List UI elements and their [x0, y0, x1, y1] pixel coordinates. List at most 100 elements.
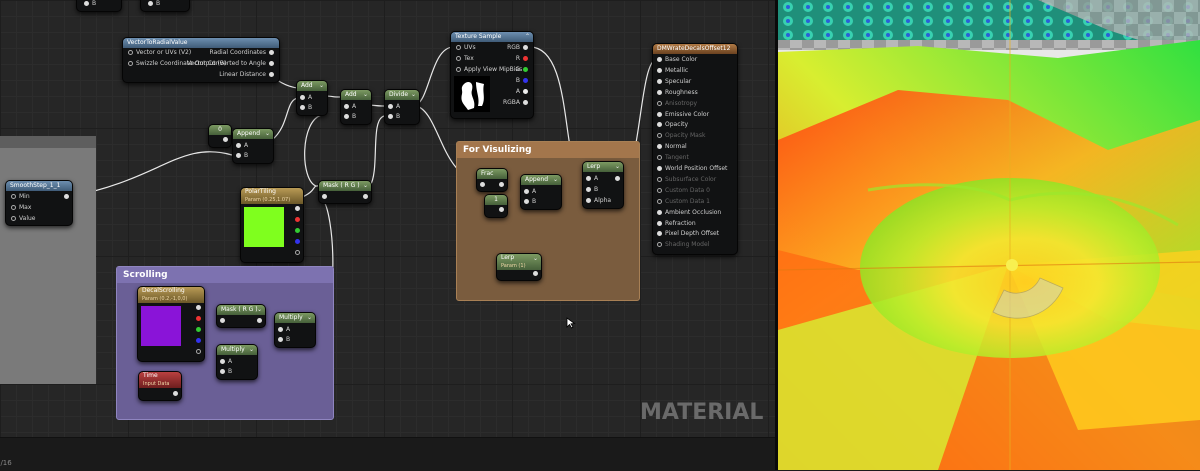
stub-node-right[interactable]: B — [140, 0, 190, 12]
constant-node[interactable]: 0 — [208, 124, 232, 148]
material-input-pin[interactable]: Anisotropy — [654, 100, 697, 108]
smoothstep-node[interactable]: SmoothStep_1_1 Min Max Value — [5, 180, 73, 226]
multiply-node-1[interactable]: Multiply ⌄ A B — [274, 312, 316, 348]
chevron-down-icon[interactable]: ⌄ — [411, 91, 416, 98]
pin-dot-icon — [173, 391, 178, 396]
pin-dot-icon — [344, 114, 349, 119]
divide-node[interactable]: Divide ⌄ A B — [384, 89, 420, 125]
chevron-down-icon[interactable]: ⌄ — [553, 176, 558, 183]
wire — [369, 115, 385, 187]
material-input-pin[interactable]: Custom Data 1 — [654, 198, 710, 206]
decal-scrolling-param-node[interactable]: DecalScrolling Param (0.2,-1,0,0) — [137, 286, 205, 362]
stub-node-left[interactable]: B — [76, 0, 122, 12]
texture-mask-icon — [461, 82, 484, 110]
pin-dot-icon — [220, 359, 225, 364]
chevron-down-icon[interactable]: ⌄ — [533, 255, 538, 262]
node-value: 0 — [209, 125, 231, 135]
constant-one-node[interactable]: 1 — [484, 194, 508, 218]
time-node[interactable]: Time Input Data — [138, 371, 182, 401]
pin-dot-icon — [456, 45, 461, 50]
pin-dot-icon — [388, 114, 393, 119]
material-input-pin[interactable]: Custom Data 0 — [654, 187, 710, 195]
frac-node[interactable]: Frac — [476, 168, 508, 192]
chevron-down-icon[interactable]: ⌄ — [307, 314, 312, 321]
lerp-node-1[interactable]: Lerp ⌄ A B Alpha — [582, 161, 624, 209]
node-title: PolarTiling Param (0.25,1.07) — [241, 188, 303, 204]
material-input-pin[interactable]: Normal — [654, 143, 687, 151]
material-input-pin[interactable]: Roughness — [654, 89, 698, 97]
pin-dot-icon — [363, 194, 368, 199]
wire — [413, 46, 456, 106]
mask-node-1[interactable]: Mask ( R G ) ⌄ — [318, 180, 372, 204]
pin-dot-icon — [196, 327, 201, 332]
pin-dot-icon — [657, 89, 662, 95]
node-title: VectorToRadialValue — [123, 38, 279, 48]
material-input-pin[interactable]: Tangent — [654, 154, 689, 162]
comment-box-left[interactable] — [0, 136, 96, 384]
node-title: Time Input Data — [139, 372, 181, 388]
add-node-2[interactable]: Add ⌄ A B — [340, 89, 372, 125]
pin-dot-icon — [295, 206, 300, 211]
node-value: 1 — [485, 195, 507, 205]
chevron-down-icon[interactable]: ⌄ — [319, 82, 324, 89]
material-input-pin[interactable]: Opacity Mask — [654, 132, 705, 140]
texture-sample-node[interactable]: Texture Sample ⌃ UVs Tex Apply View MipBi… — [450, 31, 534, 119]
pin-dot-icon — [657, 198, 662, 204]
pin-dot-icon — [64, 194, 69, 199]
material-input-pin[interactable]: Pixel Depth Offset — [654, 230, 719, 238]
pin-dot-icon — [11, 194, 16, 199]
material-input-pin[interactable]: Refraction — [654, 220, 696, 228]
material-input-pin[interactable]: Emissive Color — [654, 111, 709, 119]
status-text: 5/16 — [0, 459, 12, 467]
pin-dot-icon — [657, 166, 662, 171]
material-output-node[interactable]: DMWrateDecalsOffset12 Base Color Metallic… — [652, 43, 738, 255]
polar-tiling-param-node[interactable]: PolarTiling Param (0.25,1.07) — [240, 187, 304, 263]
pin-dot-icon — [196, 338, 201, 343]
pin-dot-icon — [615, 176, 620, 181]
comment-title: For Visulizing — [457, 142, 639, 158]
material-input-pin[interactable]: World Position Offset — [654, 165, 727, 173]
pin-dot-icon — [220, 369, 225, 374]
chevron-down-icon[interactable]: ⌄ — [249, 346, 254, 353]
material-input-pin[interactable]: Specular — [654, 78, 691, 86]
add-node-1[interactable]: Add ⌄ A B — [296, 80, 328, 116]
lerp-param-node[interactable]: Lerp Param (1) ⌄ — [496, 253, 542, 281]
pin-dot-icon — [295, 239, 300, 244]
pin-dot-icon — [196, 316, 201, 321]
mask-node-2[interactable]: Mask ( R G ) ⌄ — [216, 304, 266, 328]
pin-dot-icon — [11, 205, 16, 210]
material-input-pin[interactable]: Metallic — [654, 67, 688, 75]
chevron-down-icon[interactable]: ⌄ — [257, 306, 262, 313]
vector-to-radial-node[interactable]: VectorToRadialValue Vector or UVs (V2) S… — [122, 37, 280, 83]
pin-dot-icon — [523, 89, 528, 94]
watermark: MATERIAL — [640, 400, 764, 425]
pin-dot-icon — [236, 143, 241, 148]
pin-dot-icon — [196, 349, 201, 354]
material-input-pin[interactable]: Base Color — [654, 56, 697, 64]
comment-header — [0, 136, 96, 148]
append-node-1[interactable]: Append ⌄ A B — [232, 128, 274, 164]
chevron-down-icon[interactable]: ⌄ — [615, 163, 620, 170]
material-input-pin[interactable]: Shading Model — [654, 241, 709, 249]
chevron-up-icon[interactable]: ⌃ — [525, 33, 530, 40]
material-input-pin[interactable]: Opacity — [654, 121, 688, 129]
material-graph-canvas[interactable]: B B VectorToRadialValue Vector or UVs (V… — [0, 0, 775, 470]
pin-dot-icon — [657, 78, 662, 84]
pin-dot-icon — [295, 217, 300, 222]
pin-dot-icon — [523, 100, 528, 105]
material-input-pin[interactable]: Ambient Occlusion — [654, 209, 721, 217]
multiply-node-2[interactable]: Multiply ⌄ A B — [216, 344, 258, 380]
pin-dot-icon — [388, 104, 393, 109]
pin-dot-icon — [657, 57, 662, 62]
pin-dot-icon — [128, 50, 133, 55]
chevron-down-icon[interactable]: ⌄ — [363, 91, 368, 98]
chevron-down-icon[interactable]: ⌄ — [265, 130, 270, 137]
pin-dot-icon — [499, 182, 504, 187]
chevron-down-icon[interactable]: ⌄ — [363, 182, 368, 189]
append-node-2[interactable]: Append ⌄ A B — [520, 174, 562, 210]
mouse-cursor-icon — [566, 317, 576, 329]
material-input-pin[interactable]: Subsurface Color — [654, 176, 716, 184]
pin-dot-icon — [657, 220, 662, 226]
preview-viewport[interactable] — [778, 0, 1200, 470]
pin-dot-icon — [322, 194, 327, 199]
